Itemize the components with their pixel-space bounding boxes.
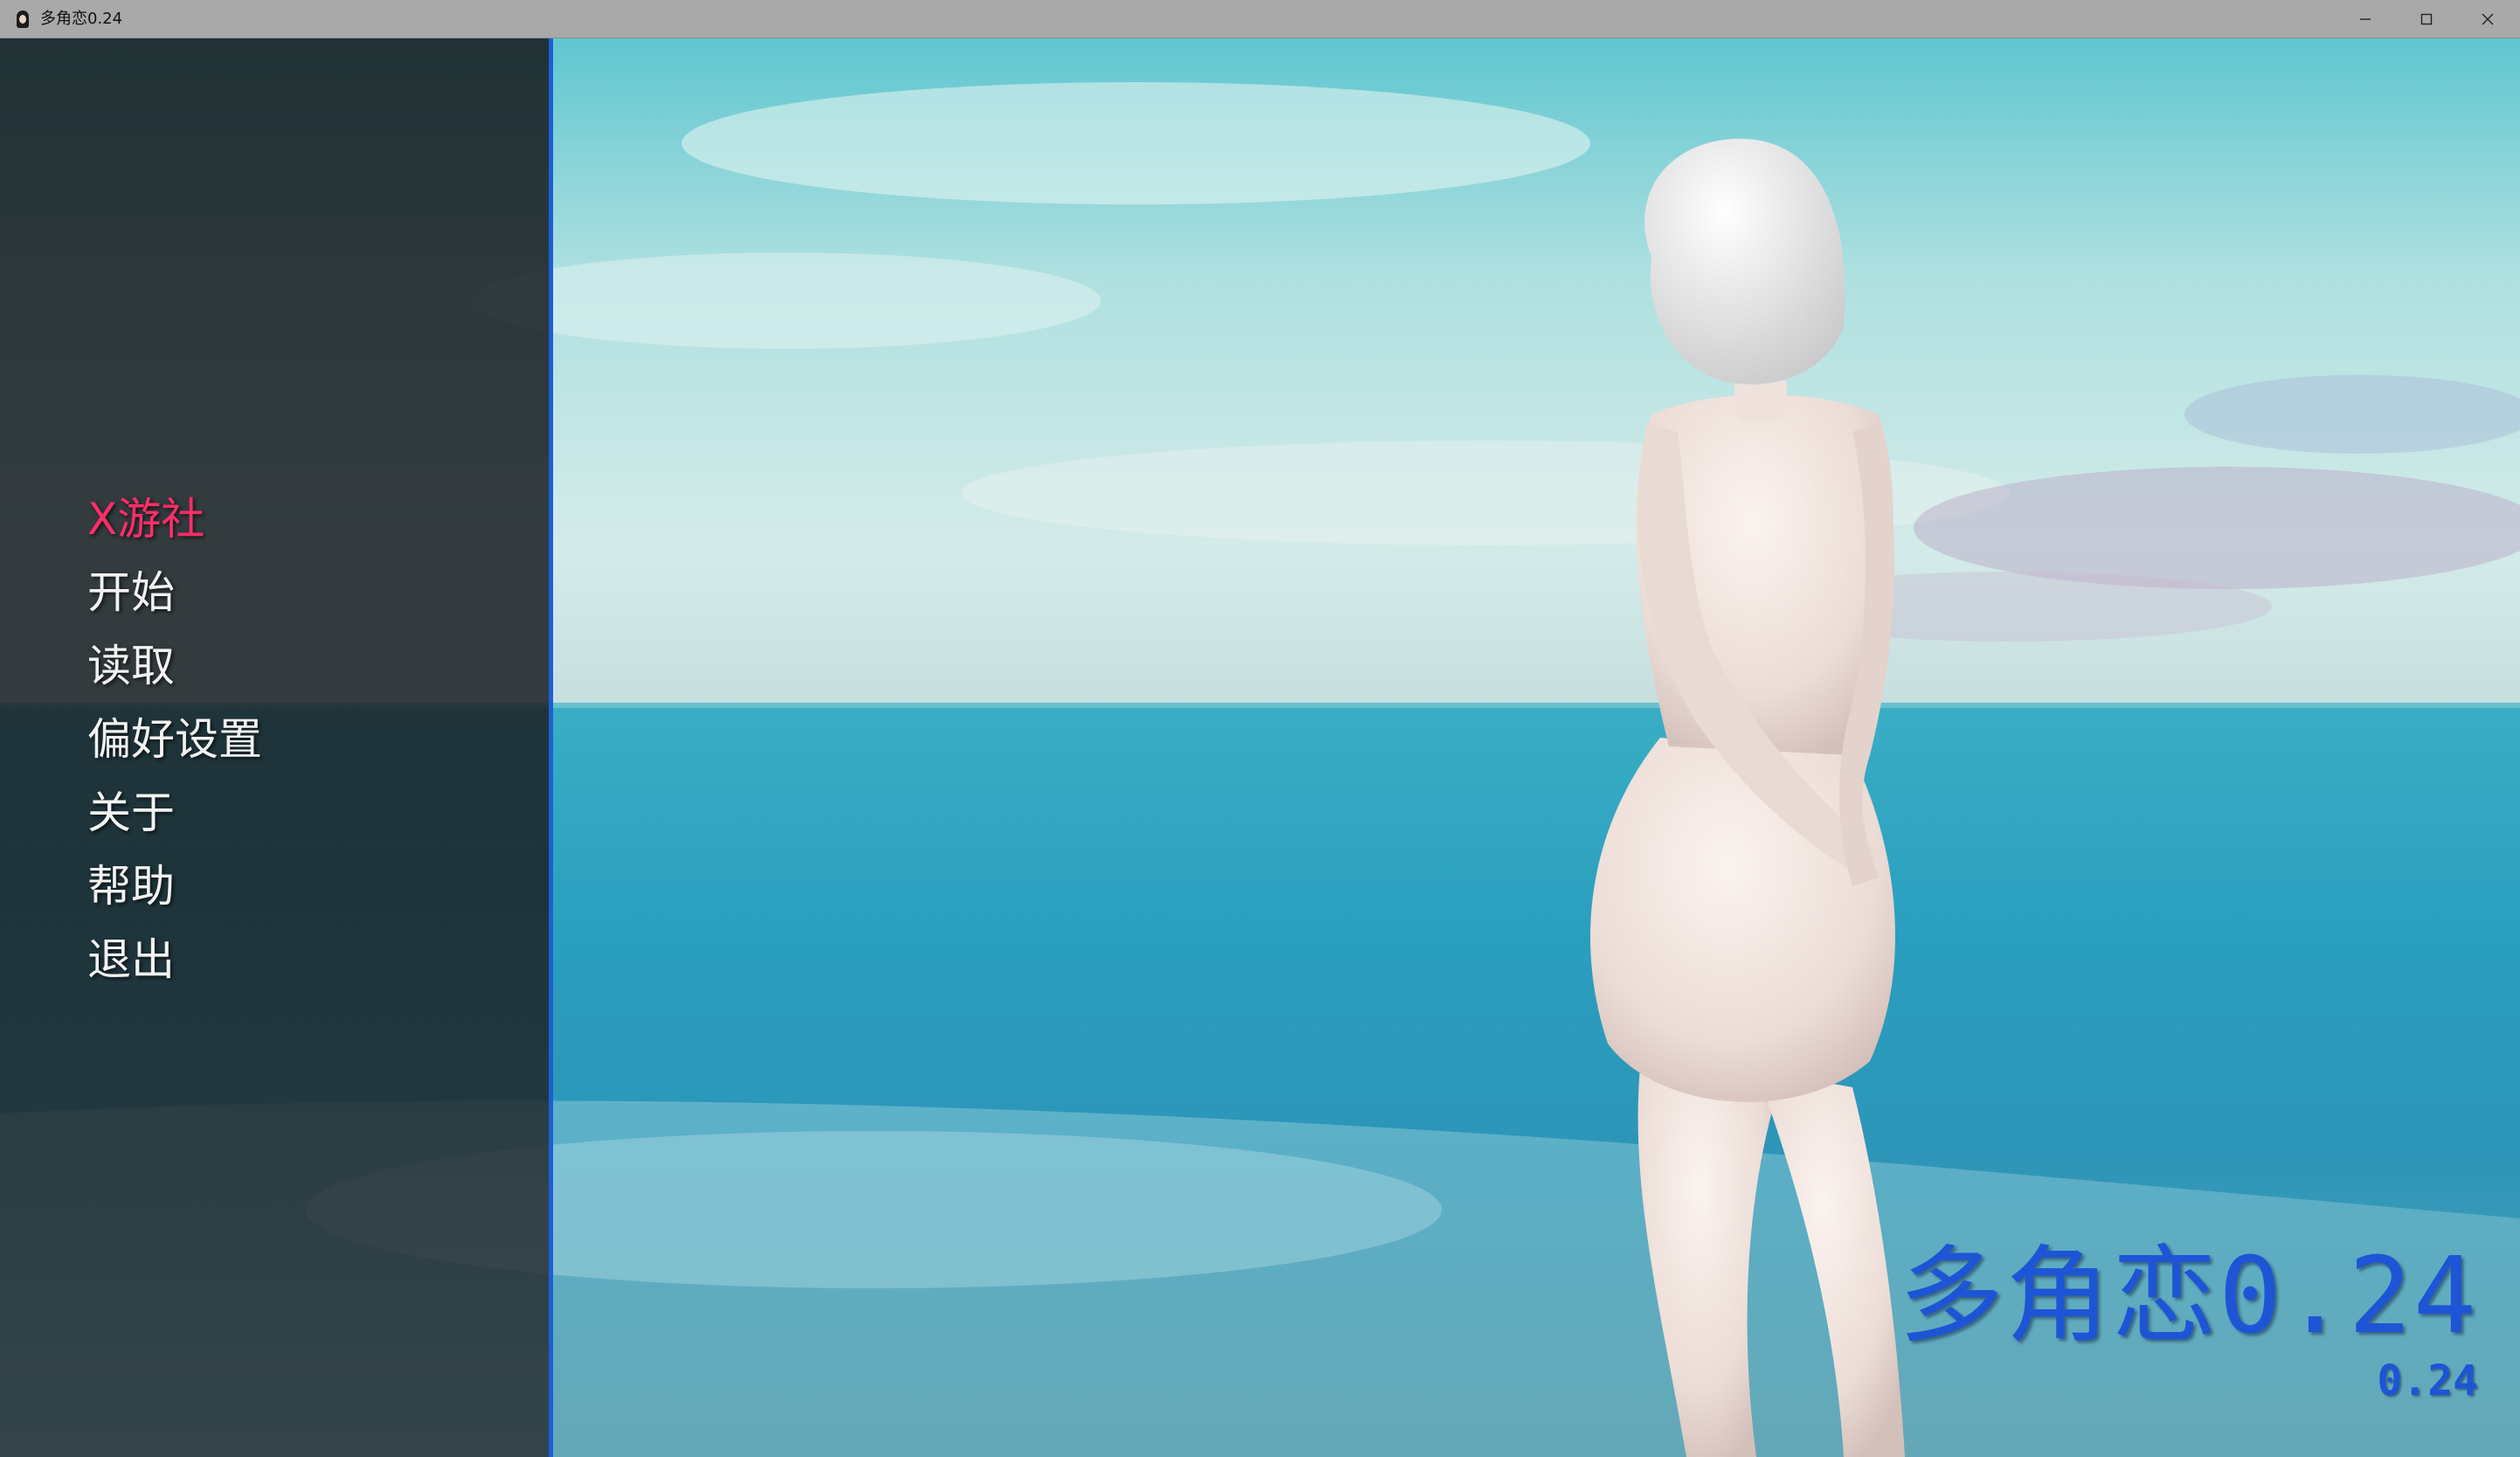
main-menu: X游社 开始 读取 偏好设置 关于 帮助 退出 — [87, 482, 262, 996]
menu-item-help[interactable]: 帮助 — [87, 850, 262, 923]
menu-item-start[interactable]: 开始 — [87, 556, 262, 629]
menu-item-load[interactable]: 读取 — [87, 629, 262, 703]
title-bar[interactable]: 多角恋0.24 — [0, 0, 2520, 38]
menu-item-about[interactable]: 关于 — [87, 776, 262, 850]
minimize-icon[interactable] — [2335, 0, 2396, 38]
menu-item-preferences[interactable]: 偏好设置 — [87, 703, 262, 776]
game-window: 多角恋0.24 X游社 开始 读取 偏好设置 关于 帮助 退出 多角恋0.24 … — [0, 0, 2520, 1457]
main-menu-panel — [0, 38, 549, 1457]
app-icon — [12, 9, 33, 30]
close-icon[interactable] — [2457, 0, 2518, 38]
game-screen: X游社 开始 读取 偏好设置 关于 帮助 退出 多角恋0.24 0.24 — [0, 38, 2520, 1457]
game-logo-title: 多角恋0.24 — [1899, 1236, 2478, 1357]
menu-item-xyoushe[interactable]: X游社 — [87, 482, 262, 556]
menu-item-quit[interactable]: 退出 — [87, 923, 262, 996]
maximize-icon[interactable] — [2396, 0, 2457, 38]
menu-panel-edge — [549, 38, 553, 1457]
window-title: 多角恋0.24 — [40, 10, 123, 28]
game-version: 0.24 — [2377, 1356, 2478, 1405]
